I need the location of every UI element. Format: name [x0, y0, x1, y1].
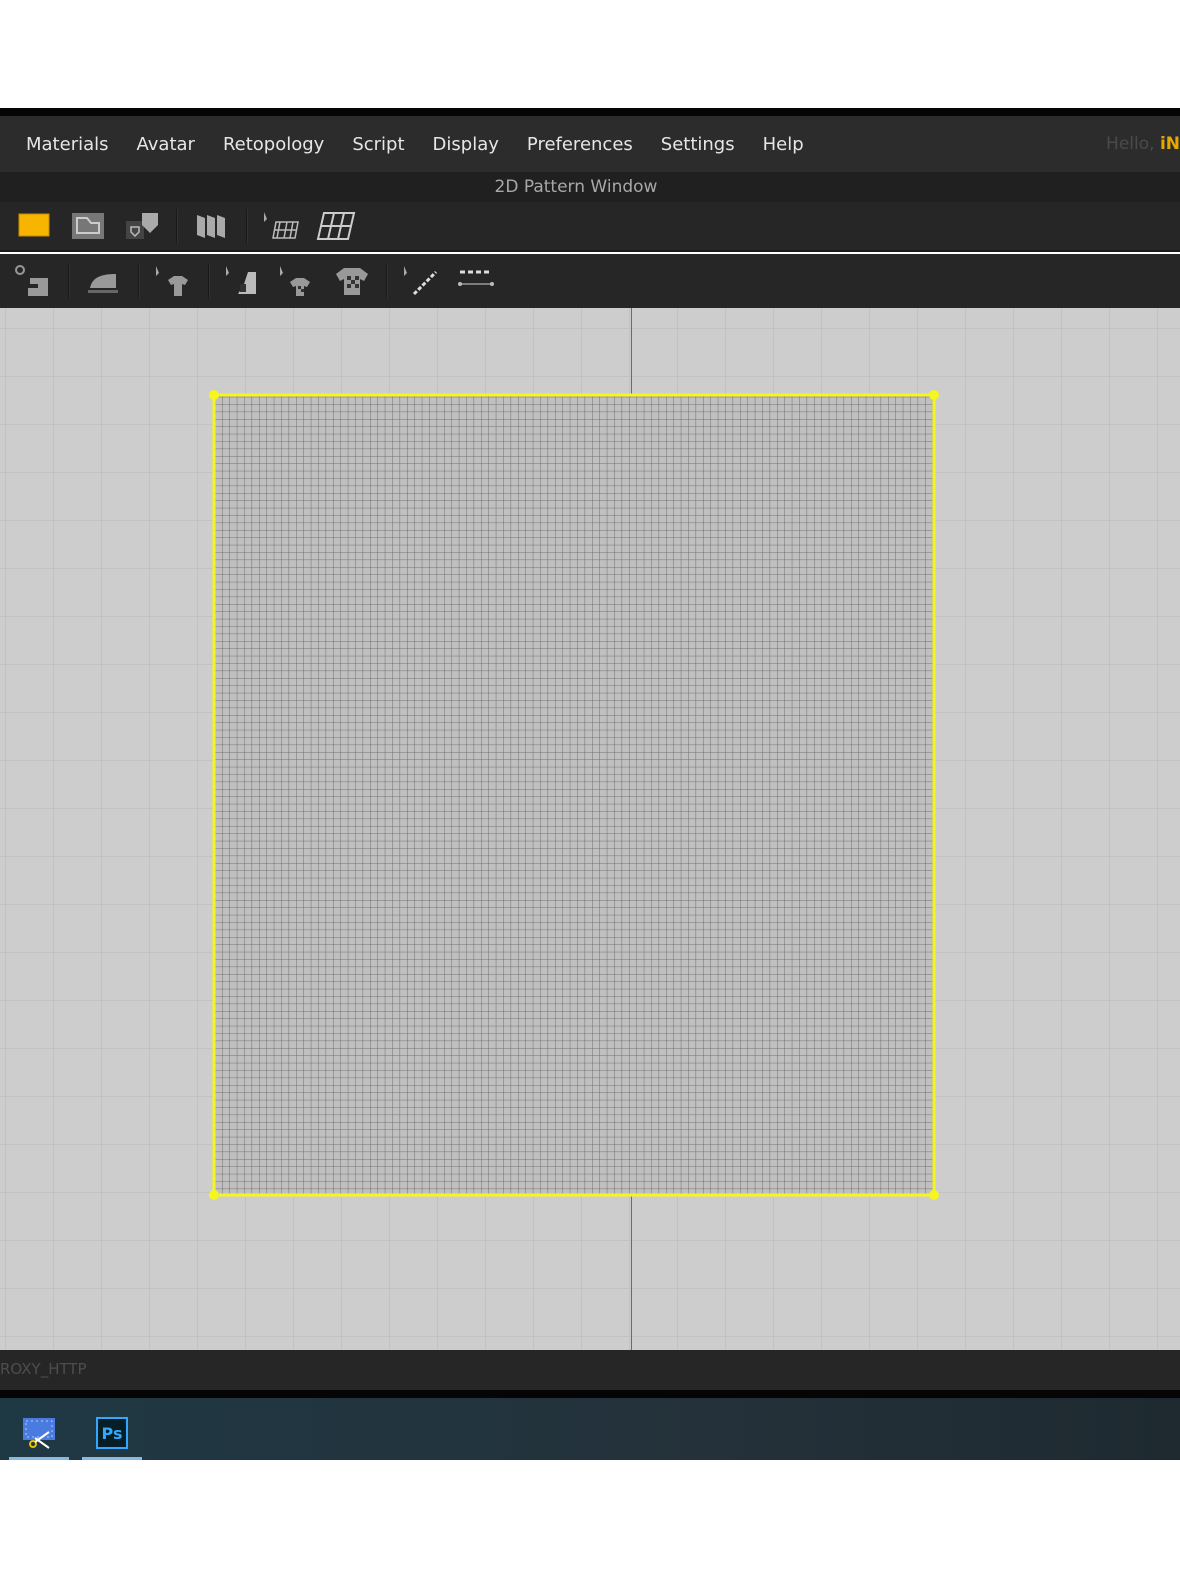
mesh-grid-icon[interactable]: [316, 208, 356, 244]
toolbar-separator: [246, 209, 248, 243]
fold-pattern-icon[interactable]: [192, 208, 232, 244]
select-fabric-icon[interactable]: [224, 263, 264, 299]
edit-line-icon[interactable]: [402, 263, 442, 299]
edit-mesh-icon[interactable]: [262, 208, 302, 244]
active-indicator: [82, 1457, 142, 1460]
window-top-border: [0, 108, 1180, 116]
corner-point[interactable]: [929, 390, 939, 400]
window-title: 2D Pattern Window: [0, 172, 1180, 202]
greeting-text: Hello,: [1106, 134, 1155, 154]
window-bottom-border: [0, 1390, 1180, 1398]
menu-bar: Materials Avatar Retopology Script Displ…: [0, 116, 1180, 172]
select-texture-icon[interactable]: [278, 263, 318, 299]
internal-shape-icon[interactable]: [122, 208, 162, 244]
rectangle-pattern-icon[interactable]: [14, 208, 54, 244]
iron-icon[interactable]: [84, 263, 124, 299]
pattern-svg: [209, 390, 939, 1200]
menu-materials[interactable]: Materials: [12, 134, 123, 155]
taskbar-snipping-tool[interactable]: [9, 1406, 69, 1460]
status-text: ROXY_HTTP: [0, 1360, 87, 1378]
status-bar: ROXY_HTTP: [0, 1350, 1180, 1390]
menu-script[interactable]: Script: [338, 134, 418, 155]
corner-point[interactable]: [209, 390, 219, 400]
snipping-tool-icon: [23, 1418, 55, 1449]
corner-point[interactable]: [929, 1190, 939, 1200]
segment-line-icon[interactable]: [456, 263, 496, 299]
toolbar-secondary: [0, 254, 1180, 308]
photoshop-label: Ps: [101, 1423, 123, 1443]
corner-point[interactable]: [209, 1190, 219, 1200]
pattern-canvas[interactable]: [0, 308, 1180, 1350]
menu-help[interactable]: Help: [749, 134, 818, 155]
toolbar-separator: [176, 209, 178, 243]
taskbar-photoshop[interactable]: Ps: [82, 1406, 142, 1460]
username: iN: [1159, 134, 1180, 154]
toolbar-separator: [138, 264, 140, 298]
sewing-machine-icon[interactable]: [14, 263, 54, 299]
polygon-pattern-icon[interactable]: [68, 208, 108, 244]
toolbar-separator: [386, 264, 388, 298]
toolbar-primary: [0, 202, 1180, 252]
menu-preferences[interactable]: Preferences: [513, 134, 647, 155]
toolbar-separator: [208, 264, 210, 298]
user-greeting[interactable]: Hello, iN: [1106, 134, 1180, 154]
select-garment-icon[interactable]: [154, 263, 194, 299]
pattern-mesh-lines: [214, 395, 934, 1195]
photoshop-icon: Ps: [96, 1417, 128, 1449]
texture-garment-icon[interactable]: [332, 263, 372, 299]
active-indicator: [9, 1457, 69, 1460]
menu-display[interactable]: Display: [419, 134, 513, 155]
toolbar-separator: [68, 264, 70, 298]
taskbar: Ps: [0, 1398, 1180, 1460]
menu-avatar[interactable]: Avatar: [123, 134, 209, 155]
menu-retopology[interactable]: Retopology: [209, 134, 338, 155]
menu-settings[interactable]: Settings: [647, 134, 749, 155]
